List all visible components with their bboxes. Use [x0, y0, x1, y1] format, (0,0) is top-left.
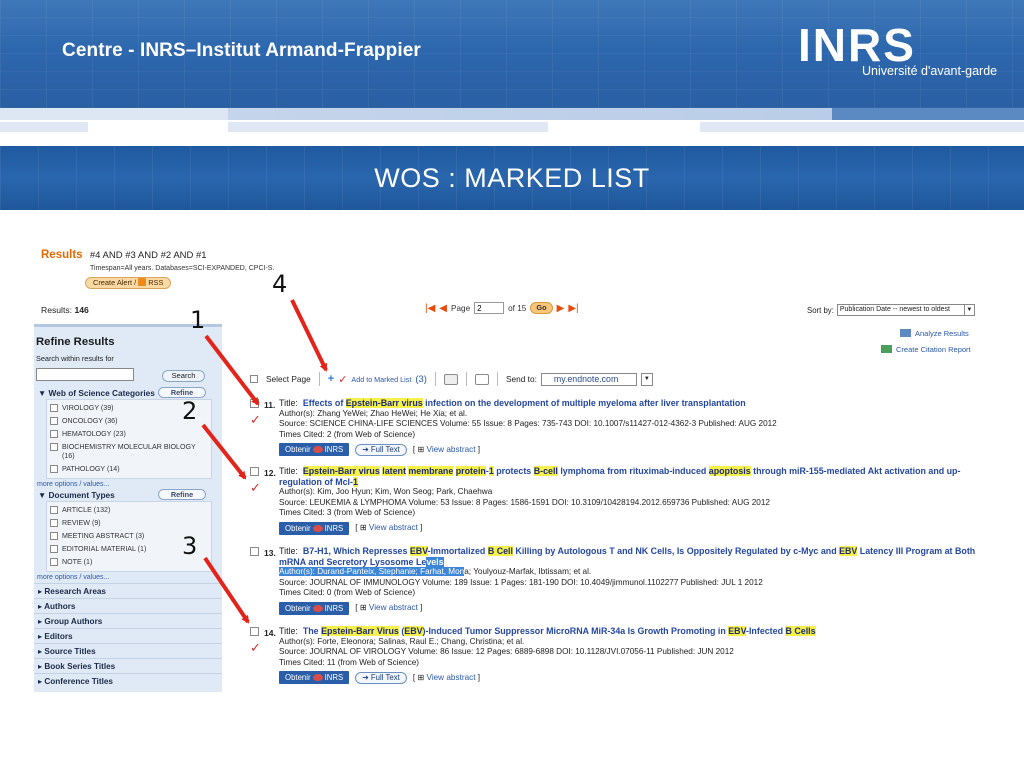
arrow-4	[290, 299, 328, 372]
arrow-3	[203, 556, 250, 624]
arrow-1	[204, 334, 260, 406]
annotation-arrows	[201, 299, 328, 624]
arrow-2	[201, 423, 247, 480]
